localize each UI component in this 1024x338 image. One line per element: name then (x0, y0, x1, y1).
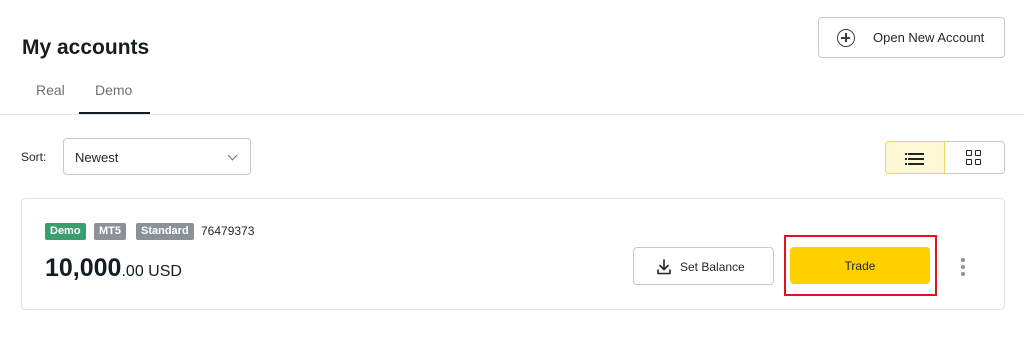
platform-badge: MT5 (94, 223, 126, 240)
balance-decimals: .00 (121, 263, 144, 280)
sort-label: Sort: (21, 150, 47, 164)
balance-integer: 10,000 (45, 254, 122, 282)
tab-real[interactable]: Real (36, 82, 65, 98)
chevron-down-icon (227, 150, 238, 161)
trade-label: Trade (844, 259, 876, 273)
plus-circle-icon (837, 29, 855, 47)
sort-select[interactable]: Newest (63, 138, 251, 175)
set-balance-label: Set Balance (680, 260, 745, 274)
tab-demo[interactable]: Demo (95, 82, 132, 98)
open-new-account-label: Open New Account (873, 30, 985, 45)
account-number: 76479373 (201, 224, 255, 238)
account-type-badge: Demo (45, 223, 86, 240)
tabs-divider (0, 114, 1024, 115)
trade-button[interactable]: Trade (790, 247, 930, 284)
more-options-button[interactable] (956, 256, 970, 278)
grid-view-button[interactable] (945, 141, 1005, 174)
account-class-badge: Standard (136, 223, 194, 240)
open-new-account-button[interactable]: Open New Account (818, 17, 1005, 58)
sort-selected-value: Newest (75, 150, 119, 165)
balance-currency: USD (148, 263, 182, 280)
list-view-button[interactable] (885, 141, 945, 174)
page-title: My accounts (22, 36, 150, 59)
set-balance-button[interactable]: Set Balance (633, 247, 774, 285)
download-icon (657, 259, 671, 275)
account-balance: 10,000.00 USD (45, 254, 182, 283)
